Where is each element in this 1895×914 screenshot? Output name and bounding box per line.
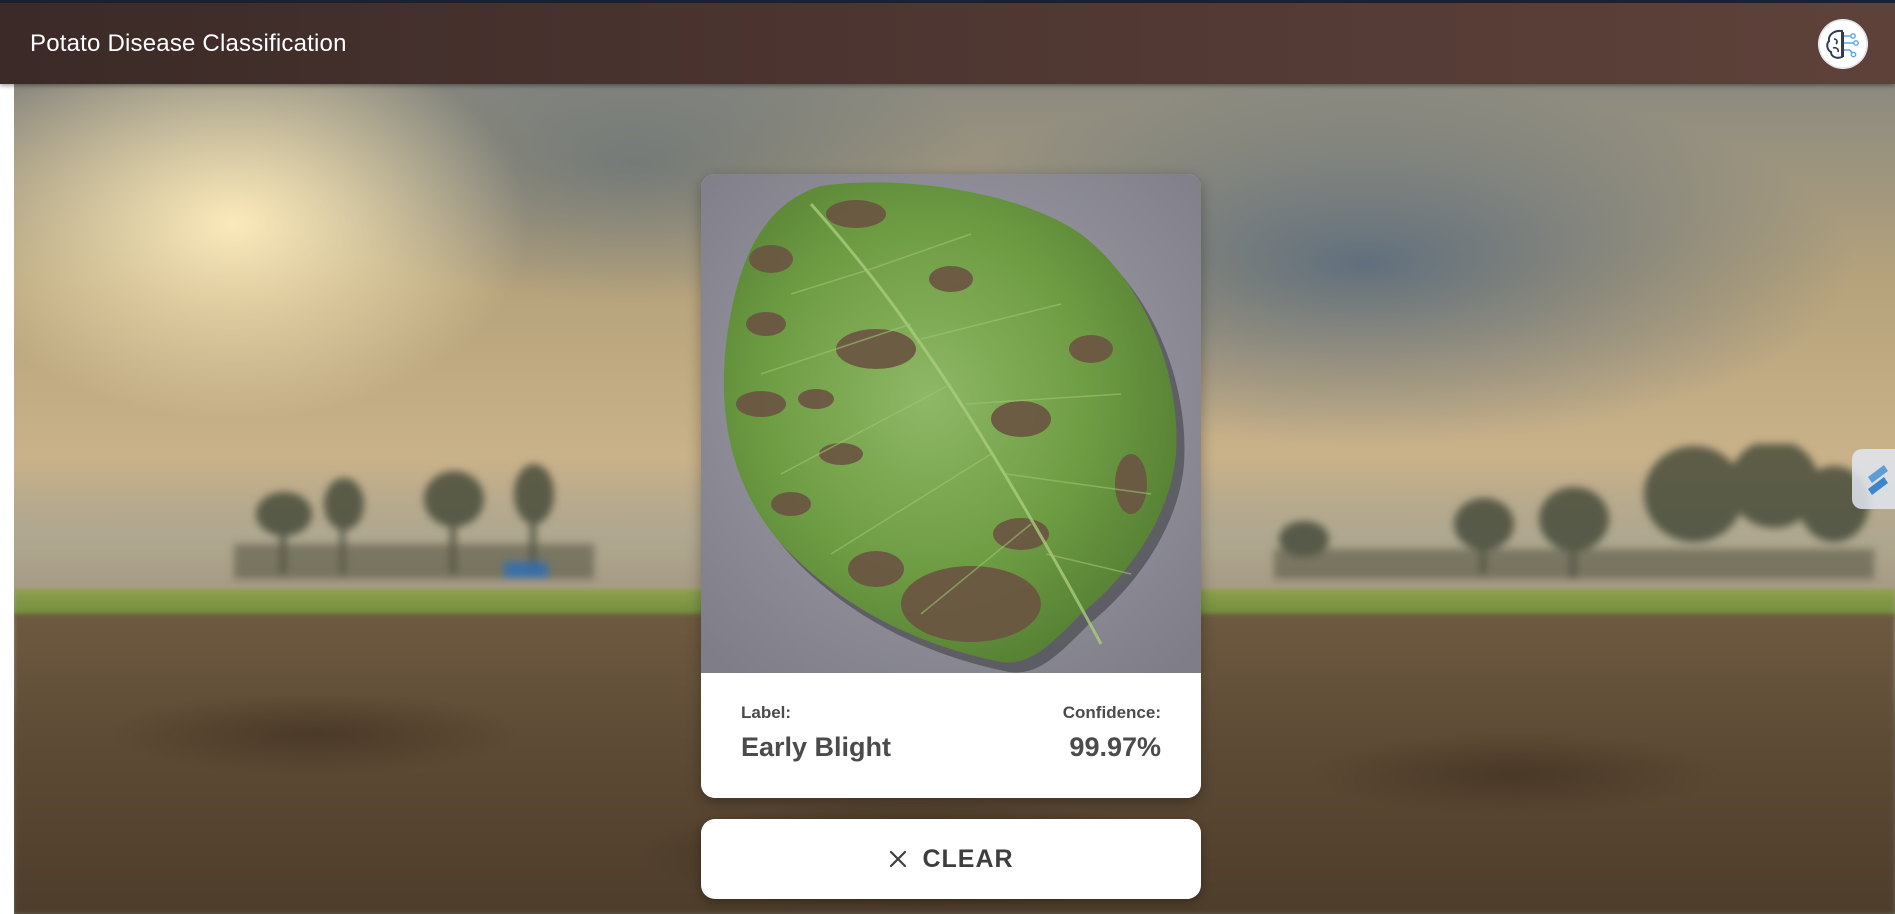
close-icon xyxy=(890,850,907,868)
app-title: Potato Disease Classification xyxy=(30,30,347,57)
app-bar: Potato Disease Classification xyxy=(0,3,1895,84)
side-panel-tab[interactable] xyxy=(1852,449,1895,509)
confidence-value: 99.97% xyxy=(1069,732,1161,762)
prediction-card: Label: Early Blight Confidence: 99.97% xyxy=(701,174,1201,798)
label-value: Early Blight xyxy=(741,732,892,762)
brain-circuit-icon[interactable] xyxy=(1818,19,1868,69)
streamlit-tab-icon xyxy=(1868,465,1888,495)
uploaded-leaf-image xyxy=(701,174,1201,673)
clear-button[interactable]: CLEAR xyxy=(701,819,1201,899)
prediction-result: Label: Early Blight Confidence: 99.97% xyxy=(701,673,1201,798)
label-heading: Label: xyxy=(741,703,792,722)
confidence-heading: Confidence: xyxy=(1062,703,1161,722)
clear-button-label: CLEAR xyxy=(922,844,1014,873)
